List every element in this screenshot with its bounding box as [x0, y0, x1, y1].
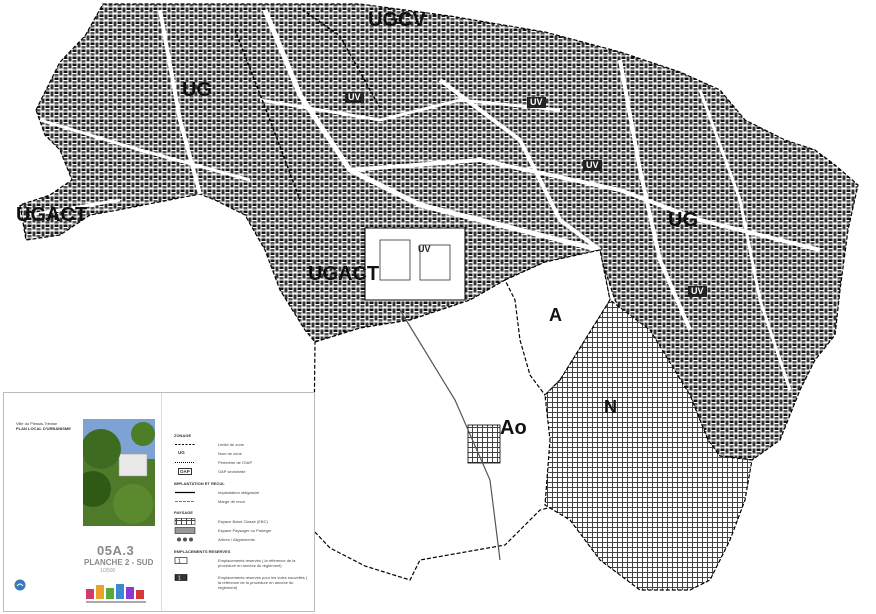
zone-label-uv-northeast: UV — [527, 97, 546, 108]
sheet-name: PLANCHE 2 - SUD — [84, 558, 154, 567]
legend-row: Limite de zone — [174, 441, 310, 449]
legend-row: OAP OAP sectorielle — [174, 468, 310, 476]
legend-text: Espace Paysager ou Protéger — [218, 528, 272, 533]
town-logo-icon — [86, 584, 146, 603]
legend-implantation-title: IMPLANTATION ET RECUL — [174, 481, 225, 486]
legend-row: Espace Paysager ou Protéger — [174, 527, 310, 535]
legend-text: Périmètre de l'OAP — [218, 460, 253, 465]
zone-label-ugcv: UGCV — [368, 9, 426, 31]
zone-label-a: A — [549, 305, 562, 325]
zone-label-ugact-c: UGACT — [308, 263, 380, 285]
legend-row: 1 Emplacements réservés pour les voies n… — [174, 574, 310, 594]
zone-limit-symbol-icon — [175, 444, 195, 445]
legend-zonage-title: ZONAGE — [174, 433, 192, 438]
legend-text: Espace Boisé Classé (EBC) — [218, 519, 268, 524]
zone-label-uv-north: UV — [345, 92, 364, 103]
legend-text: Arbres / Alignements — [218, 537, 255, 542]
implantation-symbol-icon — [175, 491, 195, 494]
zone-label-ug-e: UG — [668, 209, 698, 231]
municipal-logo-icon — [14, 579, 26, 591]
svg-text:1: 1 — [178, 576, 181, 582]
svg-text:1: 1 — [178, 559, 181, 565]
legend-row: UG Nom de zone — [174, 450, 310, 458]
zone-label-ugact-w: UGACT — [16, 204, 88, 226]
legend-text: OAP sectorielle — [218, 469, 246, 474]
legend-row: Implantation obligatoire — [174, 489, 310, 497]
sheet-code: 05A.3 — [97, 543, 135, 558]
legend-row: 1 Emplacements réservés ( la référence d… — [174, 557, 310, 571]
legend-row: Périmètre de l'OAP — [174, 459, 310, 467]
zone-label-ao: Ao — [500, 417, 527, 439]
cover-photo — [83, 419, 155, 526]
reserved-road-symbol-icon: 1 — [174, 574, 188, 582]
legend-text: Limite de zone — [218, 442, 245, 447]
zone-label-uv-centre: UV — [418, 244, 431, 254]
legend-code: OAP — [178, 468, 192, 475]
tree-alignment-symbol-icon — [177, 537, 193, 542]
plan-title: PLAN LOCAL D'URBANISME — [16, 426, 71, 431]
setback-symbol-icon — [175, 501, 195, 502]
hatched-parcel — [467, 424, 501, 464]
legend-text: Nom de zone — [218, 451, 242, 456]
legend-row: Arbres / Alignements — [174, 536, 310, 544]
legend-row: Espace Boisé Classé (EBC) — [174, 518, 310, 526]
title-block: Ville du Plessis-Trévise PLAN LOCAL D'UR… — [4, 393, 162, 611]
zone-label-n: N — [604, 397, 617, 417]
legend-text: Marge de recul — [218, 499, 245, 504]
sheet-scale: 1/3500 — [100, 568, 116, 574]
legend-er-title: EMPLACEMENTS RESERVES — [174, 549, 231, 554]
zone-label-ug-nw: UG — [182, 79, 212, 101]
legend-paysage-title: PAYSAGE — [174, 510, 193, 515]
legend-row: Marge de recul — [174, 498, 310, 506]
oap-perimeter-symbol-icon — [175, 462, 195, 463]
legend-text: Implantation obligatoire — [218, 490, 260, 495]
legend-code: UG — [178, 450, 185, 455]
zone-label-uv-east1: UV — [583, 160, 602, 171]
landscape-symbol-icon — [174, 527, 196, 534]
legend: ZONAGE Limite de zone UG Nom de zone Pér… — [162, 393, 314, 611]
legend-text: Emplacements réservés pour les voies nou… — [218, 575, 308, 590]
legend-text: Emplacements réservés ( la référence de … — [218, 558, 296, 568]
map-cartouche: Ville du Plessis-Trévise PLAN LOCAL D'UR… — [3, 392, 315, 612]
reserved-area-symbol-icon: 1 — [174, 557, 188, 565]
ebc-symbol-icon — [174, 518, 196, 525]
zone-label-uv-east2: UV — [688, 286, 707, 297]
